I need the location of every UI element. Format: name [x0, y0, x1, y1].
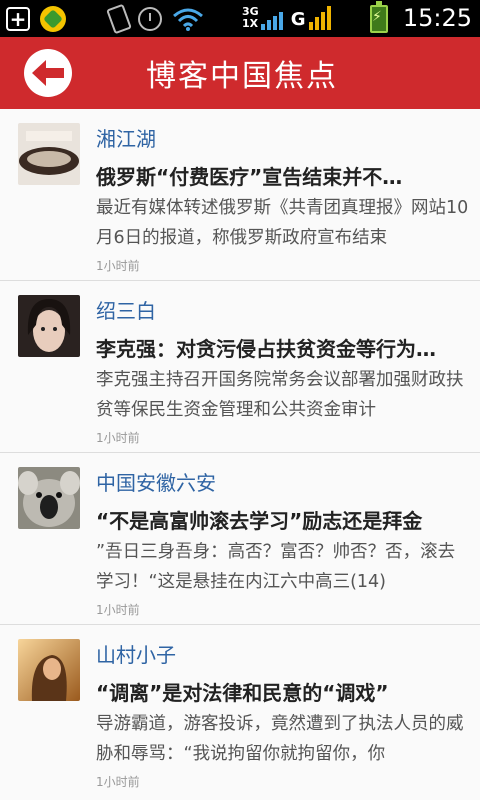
list-item[interactable]: 山村小子 “调离”是对法律和民意的“调戏” 导游霸道，游客投诉，竟然遭到了执法人… [0, 625, 480, 800]
carrier-mark: G [290, 9, 306, 30]
page-title: 博客中国焦点 [146, 59, 338, 94]
author-name[interactable]: 绍三白 [96, 295, 156, 324]
list-item[interactable]: 湘江湖 俄罗斯“付费医疗”宣告结束并不… 最近有媒体转述俄罗斯《共青团真理报》网… [0, 109, 480, 281]
arrow-left-icon [32, 60, 64, 86]
avatar [18, 123, 80, 185]
news-feed: 湘江湖 俄罗斯“付费医疗”宣告结束并不… 最近有媒体转述俄罗斯《共青团真理报》网… [0, 109, 480, 800]
author-name[interactable]: 中国安徽六安 [96, 467, 216, 496]
list-item[interactable]: 中国安徽六安 “不是高富帅滚去学习”励志还是拜金 ”吾日三身吾身：高否？富否？帅… [0, 453, 480, 625]
avatar [18, 295, 80, 357]
author-name[interactable]: 山村小子 [96, 639, 176, 668]
title-bar: 博客中国焦点 [0, 37, 480, 109]
author-name[interactable]: 湘江湖 [96, 123, 156, 152]
summary: 李克强主持召开国务院常务会议部署加强财政扶贫等保民生资金管理和公共资金审计 [96, 370, 464, 420]
summary: 导游霸道，游客投诉，竟然遭到了执法人员的威胁和辱骂：“我说拘留你就拘留你，你 [96, 714, 464, 764]
avatar [18, 467, 80, 529]
list-item[interactable]: 绍三白 李克强：对贪污侵占扶贫资金等行为… 李克强主持召开国务院常务会议部署加强… [0, 281, 480, 453]
timestamp: 1小时前 [96, 603, 140, 617]
clock: 15:25 [402, 4, 472, 32]
wifi-icon [173, 8, 203, 31]
app-notification-icon [40, 6, 66, 32]
vibrate-icon [106, 3, 132, 35]
back-button[interactable] [24, 49, 72, 97]
timestamp: 1小时前 [96, 259, 140, 273]
summary: 最近有媒体转述俄罗斯《共青团真理报》网站10月6日的报道，称俄罗斯政府宣布结束 [96, 198, 469, 248]
signal-bars-icon-2 [309, 4, 332, 30]
avatar [18, 639, 80, 701]
signal-bars-icon [260, 4, 283, 30]
battery-charging-icon [370, 1, 388, 33]
headline[interactable]: “调离”是对法律和民意的“调戏” [96, 677, 470, 706]
timestamp: 1小时前 [96, 431, 140, 445]
status-bar: + 3G 1X G 15:25 [0, 0, 480, 37]
headline[interactable]: 李克强：对贪污侵占扶贫资金等行为… [96, 333, 470, 362]
headline[interactable]: 俄罗斯“付费医疗”宣告结束并不… [96, 161, 470, 190]
timestamp: 1小时前 [96, 775, 140, 789]
alarm-icon [138, 7, 162, 31]
network-type-label: 3G 1X [242, 5, 259, 30]
add-notification-icon: + [6, 7, 30, 31]
summary: ”吾日三身吾身：高否？富否？帅否？否，滚去学习！“这是悬挂在内江六中高三(14) [96, 542, 456, 592]
headline[interactable]: “不是高富帅滚去学习”励志还是拜金 [96, 505, 470, 534]
